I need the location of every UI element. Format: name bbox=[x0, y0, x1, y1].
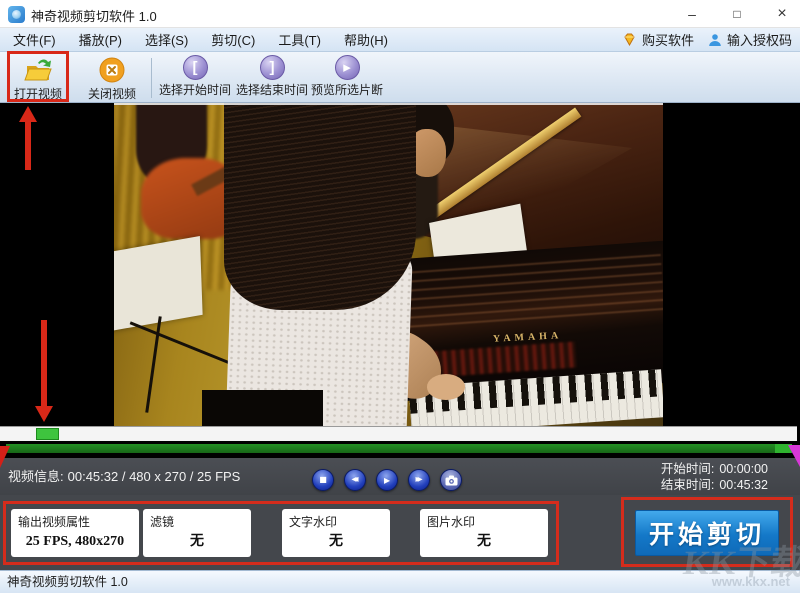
annotation-arrow-up-shaft bbox=[25, 121, 31, 170]
stop-button[interactable]: ■ bbox=[312, 469, 334, 491]
play-icon: ▸ bbox=[384, 474, 390, 486]
selection-strip bbox=[0, 441, 800, 458]
app-icon bbox=[8, 6, 25, 23]
video-frame-edge bbox=[114, 103, 663, 105]
transport-controls: ■ ◂◂ ▸ ▸▸ bbox=[312, 469, 462, 491]
video-info-value: 00:45:32 / 480 x 270 / 25 FPS bbox=[68, 469, 241, 484]
bottom-panel: 输出视频属性 25 FPS, 480x270 滤镜 无 文字水印 无 图片水印 … bbox=[0, 495, 800, 570]
start-time-row: 开始时间: 00:00:00 bbox=[661, 461, 768, 477]
bracket-right-icon: ] bbox=[260, 55, 285, 80]
preview-play-icon: ▸ bbox=[335, 55, 360, 80]
output-properties-label: 输出视频属性 bbox=[18, 513, 90, 530]
preview-clip-button[interactable]: ▸ 预览所选片断 bbox=[311, 55, 383, 100]
menu-tools[interactable]: 工具(T) bbox=[268, 27, 331, 52]
filter-label: 滤镜 bbox=[150, 513, 174, 530]
close-video-icon bbox=[84, 57, 140, 84]
end-time-value: 00:45:32 bbox=[719, 478, 768, 492]
filter-value: 无 bbox=[143, 530, 251, 550]
video-info: 视频信息: 00:45:32 / 480 x 270 / 25 FPS bbox=[8, 458, 240, 495]
menu-select[interactable]: 选择(S) bbox=[135, 27, 198, 52]
menu-file[interactable]: 文件(F) bbox=[3, 27, 66, 52]
menu-help[interactable]: 帮助(H) bbox=[334, 27, 398, 52]
selection-range-bar[interactable] bbox=[6, 444, 792, 453]
close-button[interactable]: × bbox=[767, 3, 797, 25]
start-time-label: 开始时间: bbox=[661, 462, 714, 476]
annotation-arrow-down-icon bbox=[35, 406, 53, 422]
title-bar: 神奇视频剪切软件 1.0 – □ × bbox=[0, 0, 800, 28]
preview-clip-label: 预览所选片断 bbox=[311, 81, 383, 98]
rewind-icon: ◂◂ bbox=[351, 475, 355, 485]
app-icon-lens bbox=[12, 10, 21, 19]
fast-forward-button[interactable]: ▸▸ bbox=[408, 469, 430, 491]
video-info-label: 视频信息: bbox=[8, 469, 64, 484]
annotation-box-settings: 输出视频属性 25 FPS, 480x270 滤镜 无 文字水印 无 图片水印 … bbox=[3, 501, 559, 565]
seek-handle[interactable] bbox=[36, 428, 59, 440]
play-button[interactable]: ▸ bbox=[376, 469, 398, 491]
select-end-time-label: 选择结束时间 bbox=[235, 81, 309, 98]
user-icon bbox=[708, 33, 722, 47]
snapshot-button[interactable] bbox=[440, 469, 462, 491]
video-display: YAMAHA bbox=[114, 103, 663, 426]
close-video-button[interactable]: 关闭视频 bbox=[84, 55, 140, 100]
camera-icon bbox=[445, 475, 458, 486]
fast-forward-icon: ▸▸ bbox=[415, 475, 419, 485]
enter-license-link[interactable]: 输入授权码 bbox=[708, 30, 792, 49]
annotation-arrow-down-shaft bbox=[41, 320, 47, 407]
text-watermark-value: 无 bbox=[282, 530, 390, 550]
text-watermark-label: 文字水印 bbox=[289, 513, 337, 530]
enter-license-label: 输入授权码 bbox=[727, 30, 792, 49]
buy-software-link[interactable]: 购买软件 bbox=[622, 30, 694, 49]
toolbar: 打开视频 关闭视频 [ 选择开始时间 ] 选择结束时间 ▸ 预览所选片断 bbox=[0, 52, 800, 103]
text-watermark-card[interactable]: 文字水印 无 bbox=[282, 509, 390, 557]
rewind-button[interactable]: ◂◂ bbox=[344, 469, 366, 491]
menu-bar: 文件(F) 播放(P) 选择(S) 剪切(C) 工具(T) 帮助(H) 购买软件… bbox=[0, 28, 800, 52]
time-readouts: 开始时间: 00:00:00 结束时间: 00:45:32 bbox=[661, 461, 768, 493]
end-time-label: 结束时间: bbox=[661, 478, 714, 492]
filter-card[interactable]: 滤镜 无 bbox=[143, 509, 251, 557]
player-info-bar: 视频信息: 00:45:32 / 480 x 270 / 25 FPS ■ ◂◂ … bbox=[0, 458, 800, 495]
seek-bar[interactable] bbox=[0, 426, 797, 441]
stop-icon: ■ bbox=[319, 476, 327, 484]
annotation-arrow-up-icon bbox=[19, 106, 37, 122]
bracket-left-icon: [ bbox=[183, 55, 208, 80]
pianist-hair bbox=[224, 103, 416, 310]
select-start-time-button[interactable]: [ 选择开始时间 bbox=[157, 55, 233, 100]
site-watermark-overlay: KK下载 bbox=[681, 535, 800, 584]
image-watermark-value: 无 bbox=[420, 530, 548, 550]
select-end-time-button[interactable]: ] 选择结束时间 bbox=[235, 55, 309, 100]
output-properties-card[interactable]: 输出视频属性 25 FPS, 480x270 bbox=[11, 509, 139, 557]
menu-cut[interactable]: 剪切(C) bbox=[201, 27, 265, 52]
gem-icon bbox=[622, 33, 637, 46]
minimize-button[interactable]: – bbox=[677, 3, 707, 25]
annotation-box-open-video bbox=[7, 51, 69, 102]
start-time-value: 00:00:00 bbox=[719, 462, 768, 476]
app-window: 神奇视频剪切软件 1.0 – □ × 文件(F) 播放(P) 选择(S) 剪切(… bbox=[0, 0, 800, 593]
video-area: YAMAHA bbox=[0, 103, 800, 426]
output-properties-value: 25 FPS, 480x270 bbox=[11, 534, 139, 550]
close-video-label: 关闭视频 bbox=[84, 85, 140, 102]
image-watermark-label: 图片水印 bbox=[427, 513, 475, 530]
select-start-time-label: 选择开始时间 bbox=[157, 81, 233, 98]
end-time-row: 结束时间: 00:45:32 bbox=[661, 477, 768, 493]
status-text: 神奇视频剪切软件 1.0 bbox=[7, 571, 128, 593]
maximize-button[interactable]: □ bbox=[722, 3, 752, 25]
menu-play[interactable]: 播放(P) bbox=[69, 27, 132, 52]
menu-right-links: 购买软件 输入授权码 bbox=[622, 30, 800, 49]
piano-bench-shadow bbox=[202, 390, 323, 426]
buy-software-label: 购买软件 bbox=[642, 30, 694, 49]
toolbar-separator bbox=[151, 58, 152, 98]
image-watermark-card[interactable]: 图片水印 无 bbox=[420, 509, 548, 557]
window-title: 神奇视频剪切软件 1.0 bbox=[31, 6, 157, 25]
